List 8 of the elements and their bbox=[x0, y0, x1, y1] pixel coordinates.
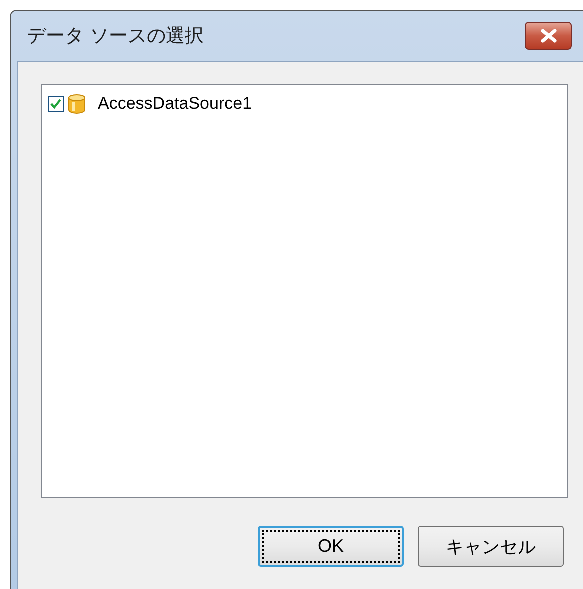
list-item[interactable]: AccessDataSource1 bbox=[98, 94, 252, 114]
database-icon bbox=[68, 94, 86, 114]
checkbox[interactable] bbox=[48, 96, 64, 112]
window-title: データ ソースの選択 bbox=[27, 24, 204, 49]
close-button[interactable] bbox=[525, 22, 572, 50]
ok-button[interactable]: OK bbox=[258, 526, 404, 567]
close-icon bbox=[540, 29, 558, 43]
cancel-button[interactable]: キャンセル bbox=[418, 526, 564, 567]
